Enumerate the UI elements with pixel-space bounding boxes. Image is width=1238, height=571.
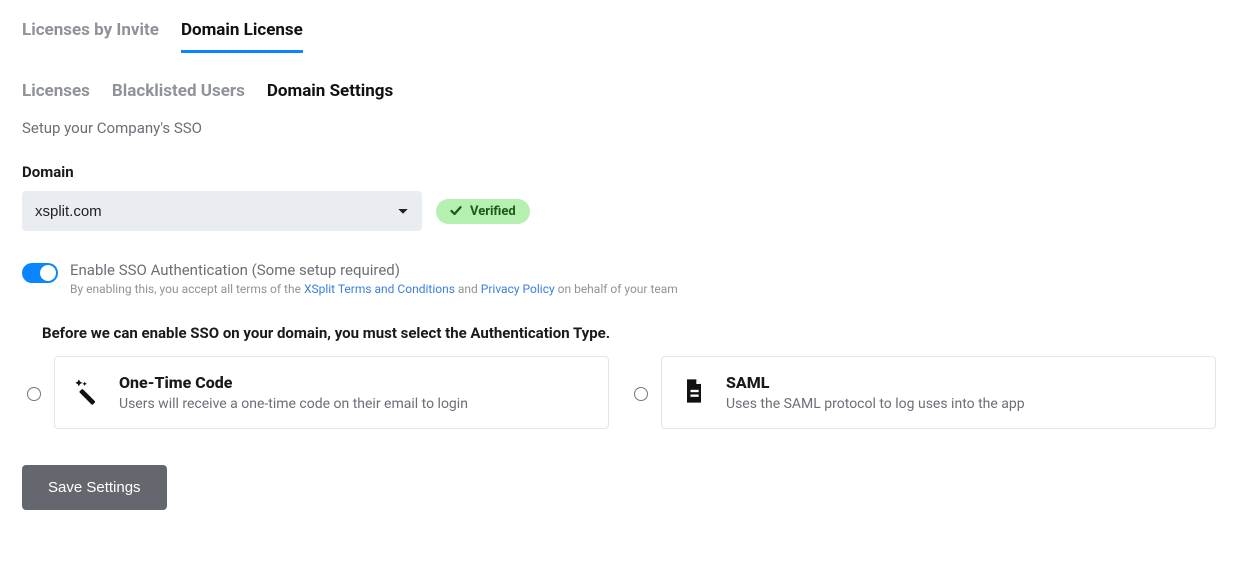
legal-and: and (455, 282, 481, 296)
legal-prefix: By enabling this, you accept all terms o… (70, 282, 304, 296)
verified-label: Verified (470, 204, 516, 219)
sso-row: Enable SSO Authentication (Some setup re… (22, 261, 1216, 296)
tab-blacklisted-users[interactable]: Blacklisted Users (112, 81, 245, 101)
option-one-time-code: One-Time Code Users will receive a one-t… (22, 356, 609, 429)
auth-type-heading: Before we can enable SSO on your domain,… (42, 324, 1216, 342)
save-settings-button[interactable]: Save Settings (22, 465, 167, 510)
magic-wand-icon (73, 377, 101, 405)
domain-select[interactable]: xsplit.com (22, 191, 422, 231)
radio-saml[interactable] (634, 387, 648, 401)
card-saml[interactable]: SAML Uses the SAML protocol to log uses … (661, 356, 1216, 429)
tab-domain-settings[interactable]: Domain Settings (267, 81, 393, 101)
toggle-knob (40, 265, 56, 281)
saml-title: SAML (726, 373, 1025, 392)
auth-options: One-Time Code Users will receive a one-t… (22, 356, 1216, 429)
otc-desc: Users will receive a one-time code on th… (119, 396, 468, 412)
option-saml: SAML Uses the SAML protocol to log uses … (629, 356, 1216, 429)
document-icon (680, 377, 708, 405)
tab-licenses-by-invite[interactable]: Licenses by Invite (22, 20, 159, 53)
otc-title: One-Time Code (119, 373, 468, 392)
radio-one-time-code[interactable] (27, 387, 41, 401)
check-icon (450, 205, 462, 217)
domain-row: xsplit.com Verified (22, 191, 1216, 231)
sso-title: Enable SSO Authentication (Some setup re… (70, 261, 678, 279)
tab-domain-license[interactable]: Domain License (181, 20, 303, 53)
privacy-link[interactable]: Privacy Policy (481, 282, 555, 296)
enable-sso-toggle[interactable] (22, 263, 58, 283)
terms-link[interactable]: XSplit Terms and Conditions (304, 282, 455, 296)
legal-suffix: on behalf of your team (555, 282, 678, 296)
card-one-time-code[interactable]: One-Time Code Users will receive a one-t… (54, 356, 609, 429)
page-subtitle: Setup your Company's SSO (22, 119, 1216, 137)
primary-tabs: Licenses by Invite Domain License (22, 20, 1216, 53)
tab-licenses[interactable]: Licenses (22, 81, 90, 101)
secondary-tabs: Licenses Blacklisted Users Domain Settin… (22, 81, 1216, 101)
verified-badge: Verified (436, 199, 530, 224)
saml-desc: Uses the SAML protocol to log uses into … (726, 396, 1025, 412)
sso-text: Enable SSO Authentication (Some setup re… (70, 261, 678, 296)
domain-label: Domain (22, 163, 1216, 181)
sso-legal: By enabling this, you accept all terms o… (70, 282, 678, 296)
